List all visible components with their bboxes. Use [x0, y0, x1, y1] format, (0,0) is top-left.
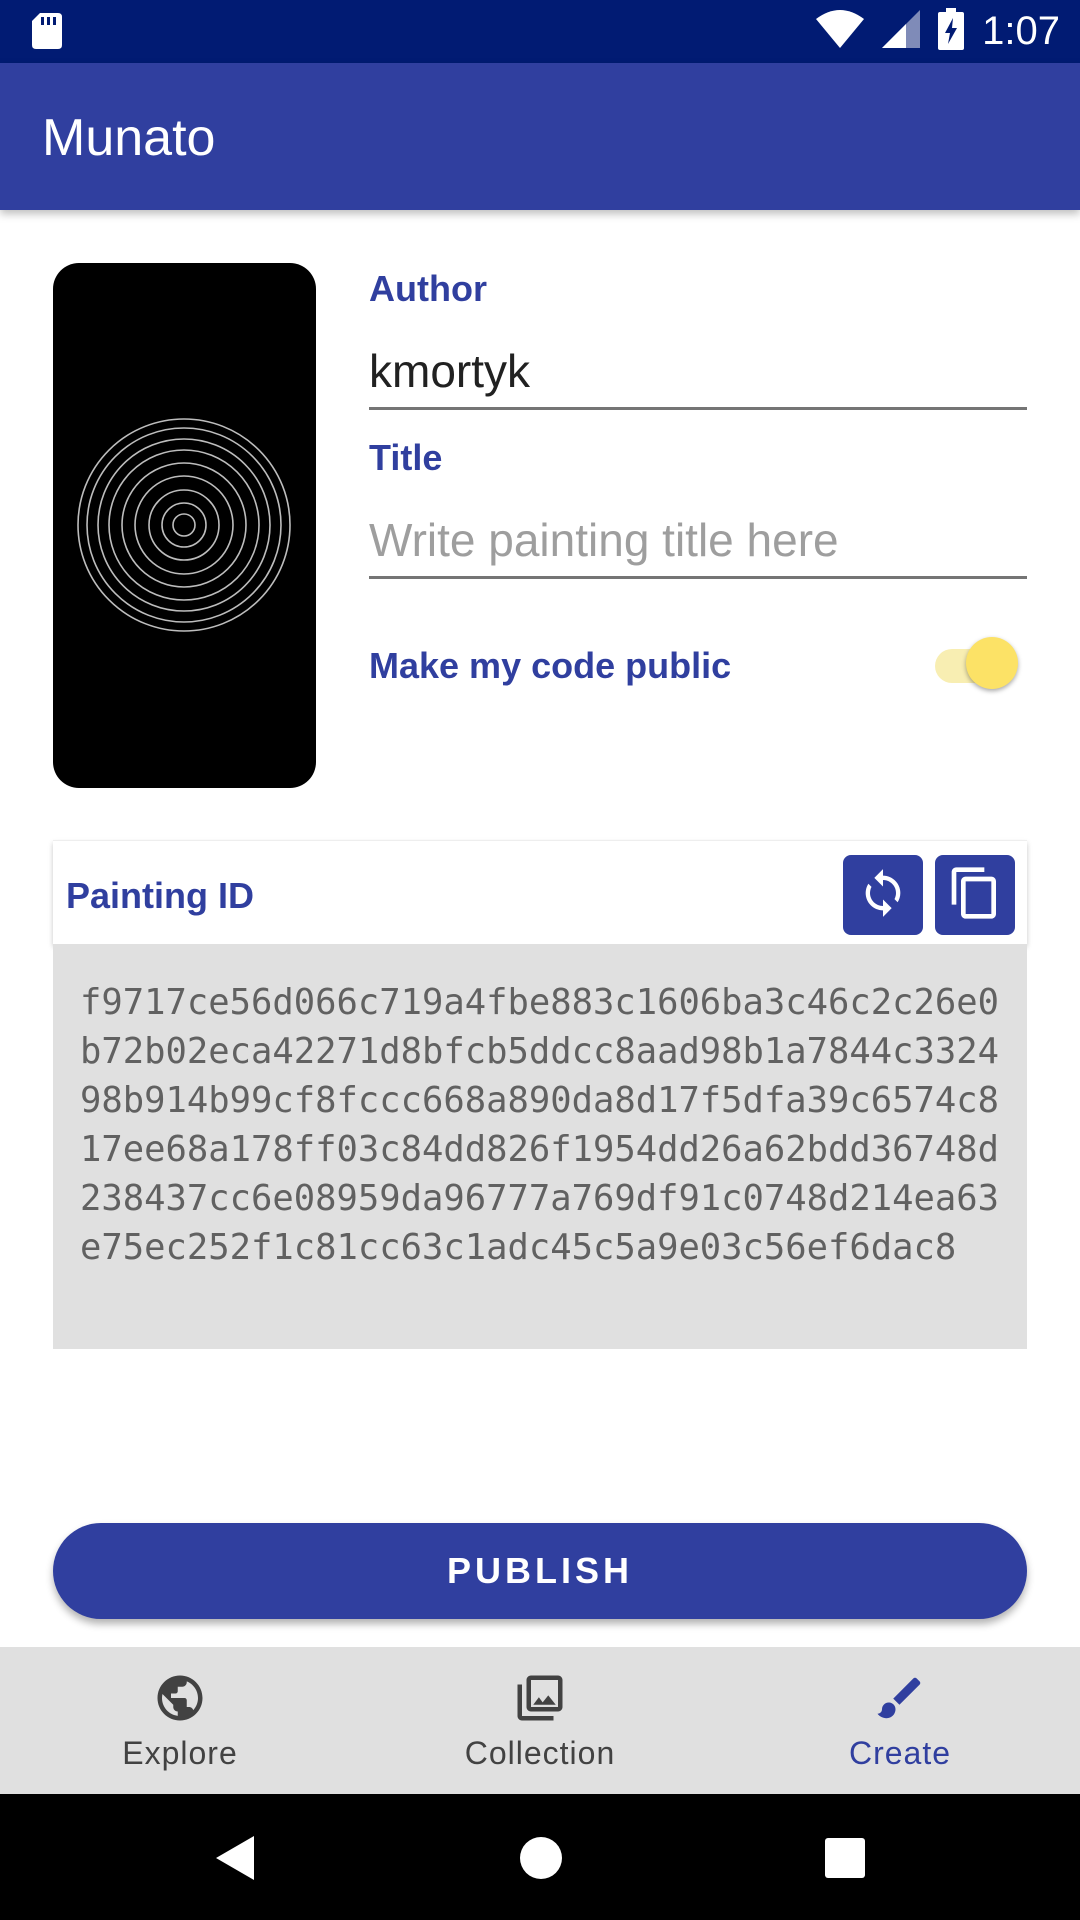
brush-icon: [873, 1671, 927, 1725]
cell-signal-icon: [882, 9, 921, 53]
clock: 1:07: [982, 8, 1060, 53]
painting-id-box: f9717ce56d066c719a4fbe883c1606ba3c46c2c2…: [53, 944, 1027, 1349]
title-label: Title: [369, 437, 443, 478]
bottom-navigation: Explore Collection Create: [0, 1647, 1080, 1794]
nav-item-create[interactable]: Create: [720, 1647, 1080, 1794]
nav-item-collection[interactable]: Collection: [360, 1647, 720, 1794]
app-bar: Munato: [0, 63, 1080, 210]
sd-card-icon: [32, 13, 62, 54]
nav-label-explore: Explore: [122, 1735, 238, 1771]
nav-label-collection: Collection: [464, 1735, 616, 1771]
painting-id-value[interactable]: f9717ce56d066c719a4fbe883c1606ba3c46c2c2…: [80, 978, 1000, 1272]
home-icon[interactable]: [519, 1836, 563, 1885]
app-title: Munato: [42, 109, 216, 167]
copy-icon: [947, 865, 1003, 926]
painting-id-label: Painting ID: [66, 875, 254, 916]
battery-charging-icon: [938, 7, 965, 55]
concentric-circles-artwork: [77, 418, 291, 632]
nav-item-explore[interactable]: Explore: [0, 1647, 360, 1794]
author-label: Author: [369, 268, 487, 309]
recents-icon[interactable]: [825, 1838, 865, 1883]
system-navigation-bar: [0, 1794, 1080, 1920]
wifi-icon: [816, 9, 865, 53]
refresh-button[interactable]: [843, 855, 923, 935]
publish-button[interactable]: PUBLISH: [53, 1523, 1027, 1619]
painting-preview[interactable]: [53, 263, 316, 788]
refresh-icon: [857, 867, 909, 924]
globe-icon: [153, 1671, 207, 1725]
toggle-thumb[interactable]: [966, 637, 1018, 689]
author-field[interactable]: kmortyk: [369, 340, 1027, 410]
painting-id-header: Painting ID: [53, 840, 1027, 944]
gallery-icon: [513, 1671, 567, 1725]
title-field[interactable]: Write painting title here: [369, 509, 1027, 579]
back-icon[interactable]: [216, 1836, 256, 1885]
public-code-label: Make my code public: [369, 645, 732, 686]
nav-label-create: Create: [848, 1735, 952, 1771]
status-bar: 1:07: [0, 0, 1080, 63]
copy-button[interactable]: [935, 855, 1015, 935]
